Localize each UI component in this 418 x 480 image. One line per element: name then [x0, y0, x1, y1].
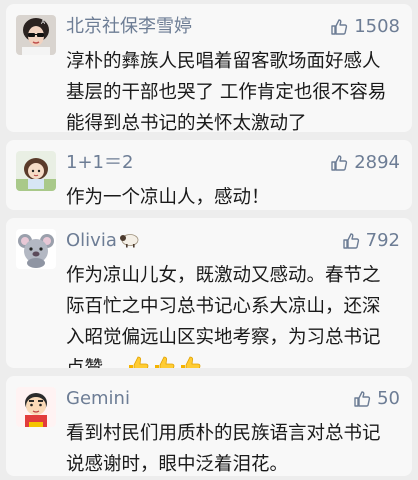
comment-card: Olivia 792 作为凉山儿女，既激动又感动。春节之际百忙之中习总书记心系大… [6, 218, 412, 368]
like-count: 1508 [354, 16, 400, 37]
sheep-icon [119, 234, 139, 248]
comment-text: 作为一个凉山人，感动！ [66, 187, 270, 208]
like-button[interactable]: 792 [342, 230, 400, 252]
avatar-woman-sunglasses-icon: A [16, 15, 56, 55]
comment-card: 1+1＝2 2894 作为一个凉山人，感动！ [6, 140, 412, 210]
comment-card: A 北京社保李雪婷 1508 淳朴的彝族人民唱着留客歌场面好感人基层的干部也哭了… [6, 4, 412, 132]
comment-text-body: 作为凉山儿女，既激动又感动。春节之际百忙之中习总书记心系大凉山，还深入昭觉偏远山… [66, 265, 381, 368]
like-count: 792 [365, 230, 400, 251]
thumbs-up-icon [354, 391, 371, 407]
username[interactable]: 北京社保李雪婷 [66, 16, 192, 38]
comment-text: 看到村民们用质朴的民族语言对总书记说感谢时，眼中泛着泪花。 [66, 423, 381, 475]
thumbs-up-emoji-icon [154, 356, 174, 368]
like-button[interactable]: 2894 [330, 152, 400, 174]
avatar-anime-girl-icon [16, 151, 56, 191]
thumbs-up-icon [342, 233, 359, 249]
avatar[interactable] [16, 387, 56, 427]
like-count: 2894 [354, 152, 400, 173]
username[interactable]: Gemini [66, 388, 130, 410]
avatar[interactable] [16, 229, 56, 269]
like-count: 50 [377, 388, 400, 409]
username[interactable]: 1+1＝2 [66, 152, 133, 174]
thumbs-up-emoji-icon [128, 356, 148, 368]
thumbs-up-icon [331, 155, 348, 171]
avatar-koala-cartoon-icon [16, 229, 56, 269]
thumbs-up-icon [331, 19, 348, 35]
comment-text: 作为凉山儿女，既激动又感动。春节之际百忙之中习总书记心系大凉山，还深入昭觉偏远山… [66, 260, 398, 368]
like-button[interactable]: 1508 [330, 16, 400, 38]
thumbs-up-emoji-icon [180, 356, 200, 368]
username-text: Olivia [66, 230, 117, 251]
username[interactable]: Olivia [66, 230, 141, 252]
like-button[interactable]: 50 [353, 388, 400, 410]
emoji-group [126, 354, 202, 368]
comment-text: 淳朴的彝族人民唱着留客歌场面好感人基层的干部也哭了 工作肯定也很不容易能得到总书… [66, 51, 387, 132]
avatar[interactable]: A [16, 15, 56, 55]
avatar[interactable] [16, 151, 56, 191]
avatar-crayon-shin-chan-icon [16, 387, 56, 427]
comment-card: Gemini 50 看到村民们用质朴的民族语言对总书记说感谢时，眼中泛着泪花。 [6, 376, 412, 476]
